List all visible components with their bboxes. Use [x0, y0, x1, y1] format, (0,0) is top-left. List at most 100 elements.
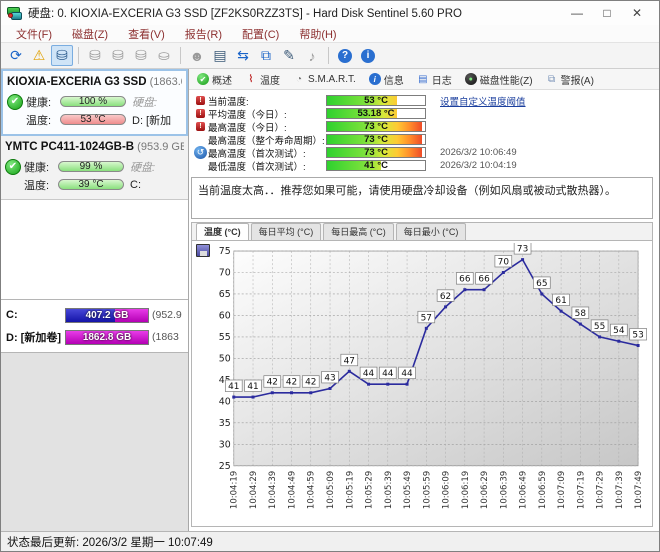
menu-file[interactable]: 文件(F) [7, 25, 61, 43]
alert-icon[interactable]: ⚠ [28, 45, 50, 66]
sync-icon[interactable]: ⇆ [232, 45, 254, 66]
partition-section: C: 407.2 GB (952.9 D: [新加卷] 1862.8 GB (1… [1, 300, 188, 353]
disk-overview-icon[interactable]: ⛁ [51, 45, 73, 66]
svg-text:10:05:19: 10:05:19 [344, 471, 354, 509]
menu-help[interactable]: 帮助(H) [290, 25, 345, 43]
chart-tab-daily-min[interactable]: 每日最小 (°C) [396, 223, 467, 240]
disk-name: KIOXIA-EXCERIA G3 SSD [7, 76, 147, 88]
status-text: 状态最后更新: 2026/3/2 星期一 10:07:49 [7, 534, 213, 550]
maximize-button[interactable]: □ [599, 6, 615, 20]
minimize-button[interactable]: — [569, 6, 585, 20]
svg-text:43: 43 [324, 373, 335, 383]
menu-bar: 文件(F) 磁盘(Z) 查看(V) 报告(R) 配置(C) 帮助(H) [1, 25, 659, 43]
sidebar-filler [1, 353, 188, 531]
svg-text:10:04:29: 10:04:29 [248, 471, 258, 509]
svg-text:41: 41 [228, 382, 239, 392]
svg-text:60: 60 [219, 310, 231, 321]
temp-row-min-since-test: 最低温度（首次测试）: 41 °C 2026/3/2 10:04:19 [193, 159, 653, 172]
chart-tab-temperature[interactable]: 温度 (°C) [196, 223, 249, 240]
history-icon[interactable]: ↺ [194, 146, 207, 159]
temp-bar: 53 °C [60, 114, 126, 125]
health-label: 健康: [26, 94, 60, 110]
chart-tab-daily-average[interactable]: 每日平均 (°C) [251, 223, 322, 240]
svg-text:25: 25 [219, 461, 231, 472]
svg-text:10:04:19: 10:04:19 [229, 471, 239, 509]
report-icon[interactable]: ▤ [209, 45, 231, 66]
gauge-icon: ◔ [293, 73, 305, 85]
partition-label: C: [3, 309, 65, 321]
tab-temperature[interactable]: ⌇温度 [240, 69, 285, 90]
refresh-icon[interactable]: ⟳ [5, 45, 27, 66]
chart-tabs: 温度 (°C) 每日平均 (°C) 每日最高 (°C) 每日最小 (°C) [192, 223, 652, 240]
volume-label: C: [130, 179, 141, 191]
partition-usage-bar: 407.2 GB [65, 308, 149, 323]
svg-text:10:06:19: 10:06:19 [460, 471, 470, 509]
svg-text:10:04:59: 10:04:59 [306, 471, 316, 509]
menu-disk[interactable]: 磁盘(Z) [63, 25, 117, 43]
user-icon[interactable]: ☻ [186, 45, 208, 66]
health-value: 99 % [80, 161, 103, 172]
log-doc-icon: ▤ [417, 73, 429, 85]
close-button[interactable]: ✕ [629, 6, 645, 20]
volume-label: D: [新加 [132, 112, 171, 128]
svg-text:10:06:59: 10:06:59 [537, 471, 547, 509]
tab-smart[interactable]: ◔S.M.A.R.T. [288, 70, 361, 88]
monitor-edit-icon[interactable]: ✎ [278, 45, 300, 66]
chart-area: 253035404550556065707510:04:1910:04:2910… [192, 240, 652, 526]
menu-config[interactable]: 配置(C) [233, 25, 288, 43]
tab-information[interactable]: i信息 [364, 69, 409, 90]
info-icon[interactable]: i [357, 45, 379, 66]
sound-icon[interactable]: ♪ [301, 45, 323, 66]
disk-card-kioxia[interactable]: KIOXIA-EXCERIA G3 SSD (1863.0 G ✔ 健康: 10… [1, 69, 188, 136]
window-title: 硬盘: 0. KIOXIA-EXCERIA G3 SSD [ZF2KS0RZZ3… [28, 5, 462, 21]
health-value: 100 % [79, 96, 107, 107]
svg-text:44: 44 [401, 369, 413, 379]
svg-text:10:05:49: 10:05:49 [402, 471, 412, 509]
partition-row-d[interactable]: D: [新加卷] 1862.8 GB (1863 [3, 326, 186, 348]
main-panel: ✔概述 ⌇温度 ◔S.M.A.R.T. i信息 ▤日志 ●磁盘性能(Z) ⧉警报… [189, 69, 659, 531]
network-icon[interactable]: ⧉ [255, 45, 277, 66]
svg-text:70: 70 [498, 257, 510, 267]
tab-disk-performance[interactable]: ●磁盘性能(Z) [460, 69, 538, 90]
chart-tab-daily-max[interactable]: 每日最高 (°C) [323, 223, 394, 240]
status-bar: 状态最后更新: 2026/3/2 星期一 10:07:49 [1, 531, 659, 551]
save-chart-icon[interactable] [196, 244, 210, 257]
set-threshold-link[interactable]: 设置自定义温度阈值 [440, 97, 526, 108]
svg-text:75: 75 [219, 246, 231, 257]
disk-card-ymtc[interactable]: YMTC PC411-1024GB-B (953.9 GB) ✔ 健康: 99 … [1, 136, 188, 200]
temp-row-max-since-test: ↺ 最高温度（首次测试）: 73 °C 2026/3/2 10:06:49 [193, 146, 653, 159]
health-bar: 100 % [60, 96, 126, 107]
temperature-chart: 253035404550556065707510:04:1910:04:2910… [208, 243, 650, 526]
menu-view[interactable]: 查看(V) [119, 25, 174, 43]
menu-report[interactable]: 报告(R) [176, 25, 231, 43]
svg-text:42: 42 [305, 378, 316, 388]
tab-alerts[interactable]: ⧉警报(A) [541, 69, 599, 90]
tab-overview[interactable]: ✔概述 [192, 69, 237, 90]
title-bar: 硬盘: 0. KIOXIA-EXCERIA G3 SSD [ZF2KS0RZZ3… [1, 1, 659, 25]
hdd-label: 硬盘: [130, 159, 155, 175]
svg-text:66: 66 [478, 275, 490, 285]
svg-text:58: 58 [575, 309, 587, 319]
partition-row-c[interactable]: C: 407.2 GB (952.9 [3, 304, 186, 326]
svg-text:10:06:39: 10:06:39 [498, 471, 508, 509]
svg-text:41: 41 [247, 382, 258, 392]
partition-total: (952.9 [152, 309, 182, 321]
help-icon[interactable]: ? [334, 45, 356, 66]
disk-tools-1-icon[interactable]: ⛁ [84, 45, 106, 66]
svg-text:55: 55 [219, 332, 231, 343]
svg-text:10:07:29: 10:07:29 [595, 471, 605, 509]
temp-bar: 39 °C [58, 179, 124, 190]
disk-tools-2-icon[interactable]: ⛁ [107, 45, 129, 66]
partition-total: (1863 [152, 331, 179, 343]
temp-row: 温度: 39 °C C: [5, 176, 184, 193]
tab-log[interactable]: ▤日志 [412, 69, 457, 90]
temp-row-average-today: ! 平均温度（今日）: 53.18 °C [193, 107, 653, 120]
health-bar: 99 % [58, 161, 124, 172]
disk-tools-3-icon[interactable]: ⛁ [130, 45, 152, 66]
temp-gauge: 73 °C [326, 121, 426, 132]
disk-size: (953.9 GB) [137, 141, 184, 153]
disk-size: (1863.0 G [150, 76, 182, 88]
svg-text:35: 35 [219, 418, 231, 429]
disk-tools-4-icon[interactable]: ⛀ [153, 45, 175, 66]
min-temp-timestamp: 2026/3/2 10:04:19 [440, 160, 517, 171]
